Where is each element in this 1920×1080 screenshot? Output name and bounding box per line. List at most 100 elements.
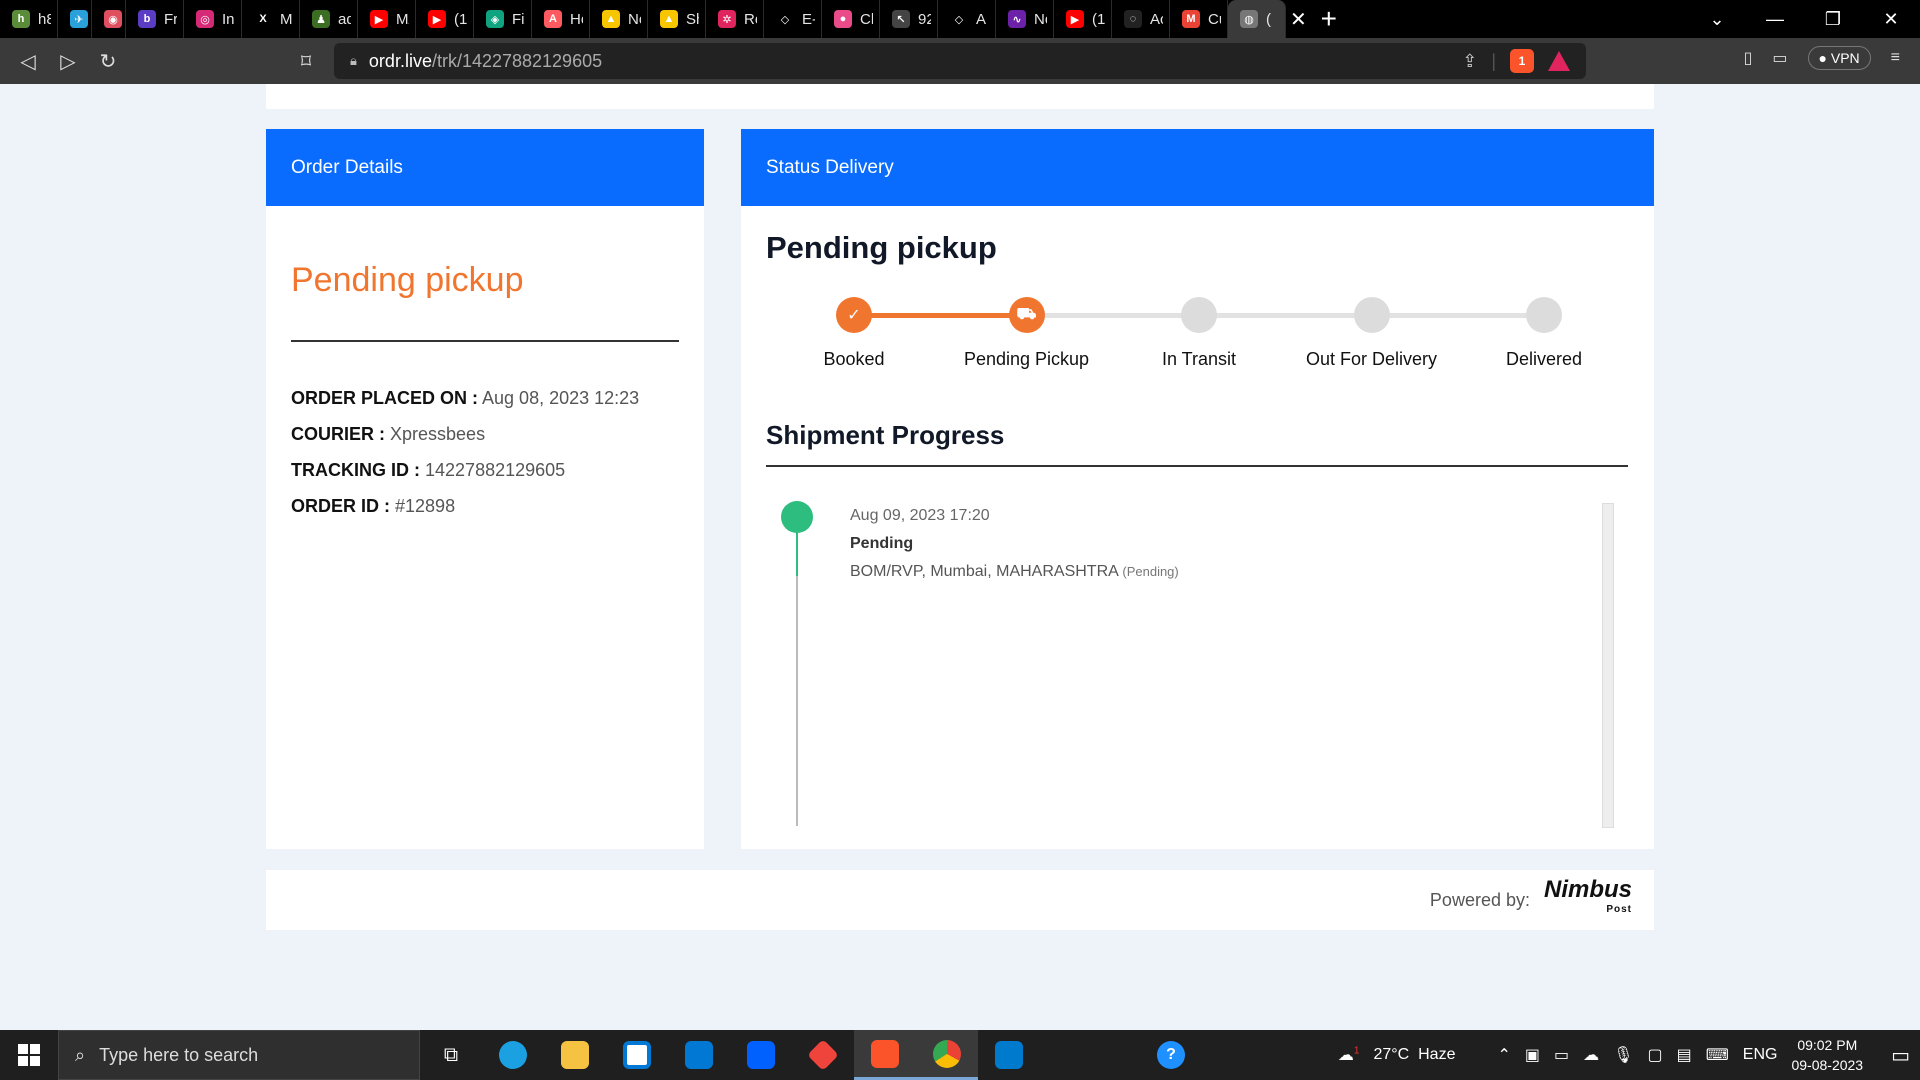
lock-icon: 🔒︎ (350, 53, 357, 68)
event-status: Pending (850, 535, 914, 552)
browser-tab[interactable]: ◌ Acc (1112, 0, 1170, 38)
menu-icon[interactable]: ≡ (1891, 49, 1900, 67)
browser-tab[interactable]: ◇ A Pi (938, 0, 996, 38)
weather-text[interactable]: 27°C Haze (1373, 1046, 1455, 1064)
browser-tab[interactable]: X Mac (242, 0, 300, 38)
tab-favicon-icon: ◇ (950, 10, 968, 28)
tab-title: MAI (396, 10, 409, 28)
shipment-timeline: Aug 09, 2023 17:20 Pending BOM/RVP, Mumbai… (766, 501, 1636, 831)
meet-now-icon[interactable]: ▣ (1525, 1045, 1540, 1065)
tab-favicon-icon: ▶ (370, 10, 388, 28)
clock[interactable]: 09:02 PM 09-08-2023 (1791, 1035, 1863, 1075)
browser-tab[interactable]: ◇ E-Co (764, 0, 822, 38)
order-info-row: COURIER : Xpressbees (291, 416, 679, 452)
logo-sub: Post (1606, 904, 1632, 915)
tab-search-icon[interactable]: ⌄ (1688, 0, 1746, 38)
minimize-button[interactable]: — (1746, 0, 1804, 38)
tab-favicon-icon: ◉ (104, 10, 122, 28)
taskbar-search-box[interactable]: ⌕ Type here to search (58, 1030, 420, 1080)
back-button[interactable]: ◁ (8, 41, 48, 81)
browser-tab[interactable]: ✈ (58, 0, 92, 38)
browser-tab[interactable]: ✲ Rea (706, 0, 764, 38)
vscode-app-icon[interactable] (978, 1030, 1040, 1080)
brave-shields-icon[interactable]: 1 (1510, 49, 1534, 73)
keyboard-icon[interactable]: ⌨ (1706, 1045, 1729, 1065)
browser-tab[interactable]: ▲ Not (590, 0, 648, 38)
nimbuspost-logo[interactable]: Nimbus Post (1544, 878, 1632, 920)
notifications-icon[interactable]: ▭ (1891, 1043, 1910, 1068)
chevron-up-icon[interactable]: ⌃ (1497, 1045, 1510, 1065)
start-button[interactable] (0, 1030, 58, 1080)
step-dot (1353, 297, 1390, 333)
browser-tab[interactable]: M Cus (1170, 0, 1228, 38)
browser-tab[interactable]: ▶ (1) T (1054, 0, 1112, 38)
browser-tab[interactable]: ● Che (822, 0, 880, 38)
brave-rewards-icon[interactable] (1548, 51, 1570, 71)
restore-button[interactable]: ❐ (1804, 0, 1862, 38)
browser-tab[interactable]: ▶ (1) ( (416, 0, 474, 38)
browser-tab[interactable]: ↖ 92 E (880, 0, 938, 38)
tab-title: ( (1266, 10, 1271, 28)
step-label: In Transit (1161, 349, 1237, 369)
browser-tab[interactable]: A Holi (532, 0, 590, 38)
browser-tab[interactable]: ♟ adit (300, 0, 358, 38)
browser-tab[interactable]: ◎ Insta (184, 0, 242, 38)
browser-tab[interactable]: ▲ Sho (648, 0, 706, 38)
close-window-button[interactable]: ✕ (1862, 0, 1920, 38)
reload-button[interactable]: ↻ (88, 41, 128, 81)
battery-icon[interactable]: ▭ (1554, 1045, 1569, 1065)
vpn-button[interactable]: ● VPN (1807, 46, 1871, 70)
new-tab-button[interactable]: + (1307, 3, 1351, 35)
forward-button[interactable]: ▷ (48, 41, 88, 81)
mail-app-icon[interactable] (668, 1030, 730, 1080)
weather-icon[interactable]: ☁1 (1338, 1045, 1360, 1065)
order-info-row: ORDER PLACED ON : Aug 08, 2023 12:23 (291, 380, 679, 416)
dropbox-app-icon[interactable] (730, 1030, 792, 1080)
timeline-scrollbar[interactable] (1602, 503, 1614, 828)
file-explorer-icon[interactable] (544, 1030, 606, 1080)
microphone-icon[interactable]: 🎙︎ (1613, 1045, 1633, 1065)
order-info-row: ORDER ID : #12898 (291, 488, 679, 524)
browser-tab[interactable]: b Free (126, 0, 184, 38)
order-info-value: 14227882129605 (425, 460, 566, 480)
browser-tab[interactable]: h h8S (0, 0, 58, 38)
event-location: BOM/RVP, Mumbai, MAHARASHTRA (850, 563, 1118, 580)
brave-app-icon[interactable] (854, 1030, 916, 1080)
onedrive-icon[interactable]: ☁ (1583, 1045, 1599, 1065)
chrome-app-icon[interactable] (916, 1030, 978, 1080)
order-info-label: ORDER ID : (291, 496, 390, 516)
anydesk-app-icon[interactable] (792, 1030, 854, 1080)
display-icon[interactable]: ▢ (1647, 1045, 1662, 1065)
tab-title: Not (628, 10, 641, 28)
order-details-card: Order Details Pending pickup ORDER PLACE… (266, 129, 704, 849)
language-indicator[interactable]: ENG (1743, 1046, 1778, 1064)
browser-tab[interactable]: ◈ Fix (474, 0, 532, 38)
delivery-status-title: Pending pickup (766, 230, 997, 265)
stepper-step: ⛟ Pending Pickup (957, 297, 1097, 370)
sidebar-icon[interactable]: ▯ (1744, 48, 1753, 68)
step-dot (1181, 297, 1217, 333)
wallet-icon[interactable]: ▭ (1772, 48, 1787, 68)
close-tab-icon[interactable]: ✕ (1290, 7, 1307, 32)
url-path: /trk/14227882129605 (431, 50, 603, 71)
help-app-icon[interactable]: ? (1140, 1030, 1202, 1080)
task-view-icon[interactable]: ⧉ (420, 1030, 482, 1080)
network-icon[interactable]: ▤ (1677, 1045, 1692, 1065)
clock-time: 09:02 PM (1797, 1037, 1858, 1053)
share-icon[interactable]: ⇪ (1462, 51, 1477, 72)
bookmark-icon[interactable]: ⌑ (286, 41, 326, 81)
page-footer: Powered by: Nimbus Post (266, 870, 1654, 930)
tab-favicon-icon: ◈ (486, 10, 504, 28)
browser-tab[interactable]: ▶ MAI (358, 0, 416, 38)
tab-favicon-icon: ✈ (70, 10, 88, 28)
store-app-icon[interactable] (606, 1030, 668, 1080)
top-white-strip (266, 84, 1654, 109)
browser-tab[interactable]: ◉1 (92, 0, 126, 38)
tab-favicon-icon: ◍ (1240, 10, 1258, 28)
order-info-value: Xpressbees (390, 424, 486, 444)
stepper-step: ✓ Booked (784, 297, 924, 370)
browser-tab[interactable]: ∿ Not (996, 0, 1054, 38)
browser-tab[interactable]: ◍( (1228, 0, 1286, 38)
url-bar[interactable]: 🔒︎ ordr.live /trk/14227882129605 ⇪ | 1 (334, 43, 1586, 79)
edge-app-icon[interactable] (482, 1030, 544, 1080)
